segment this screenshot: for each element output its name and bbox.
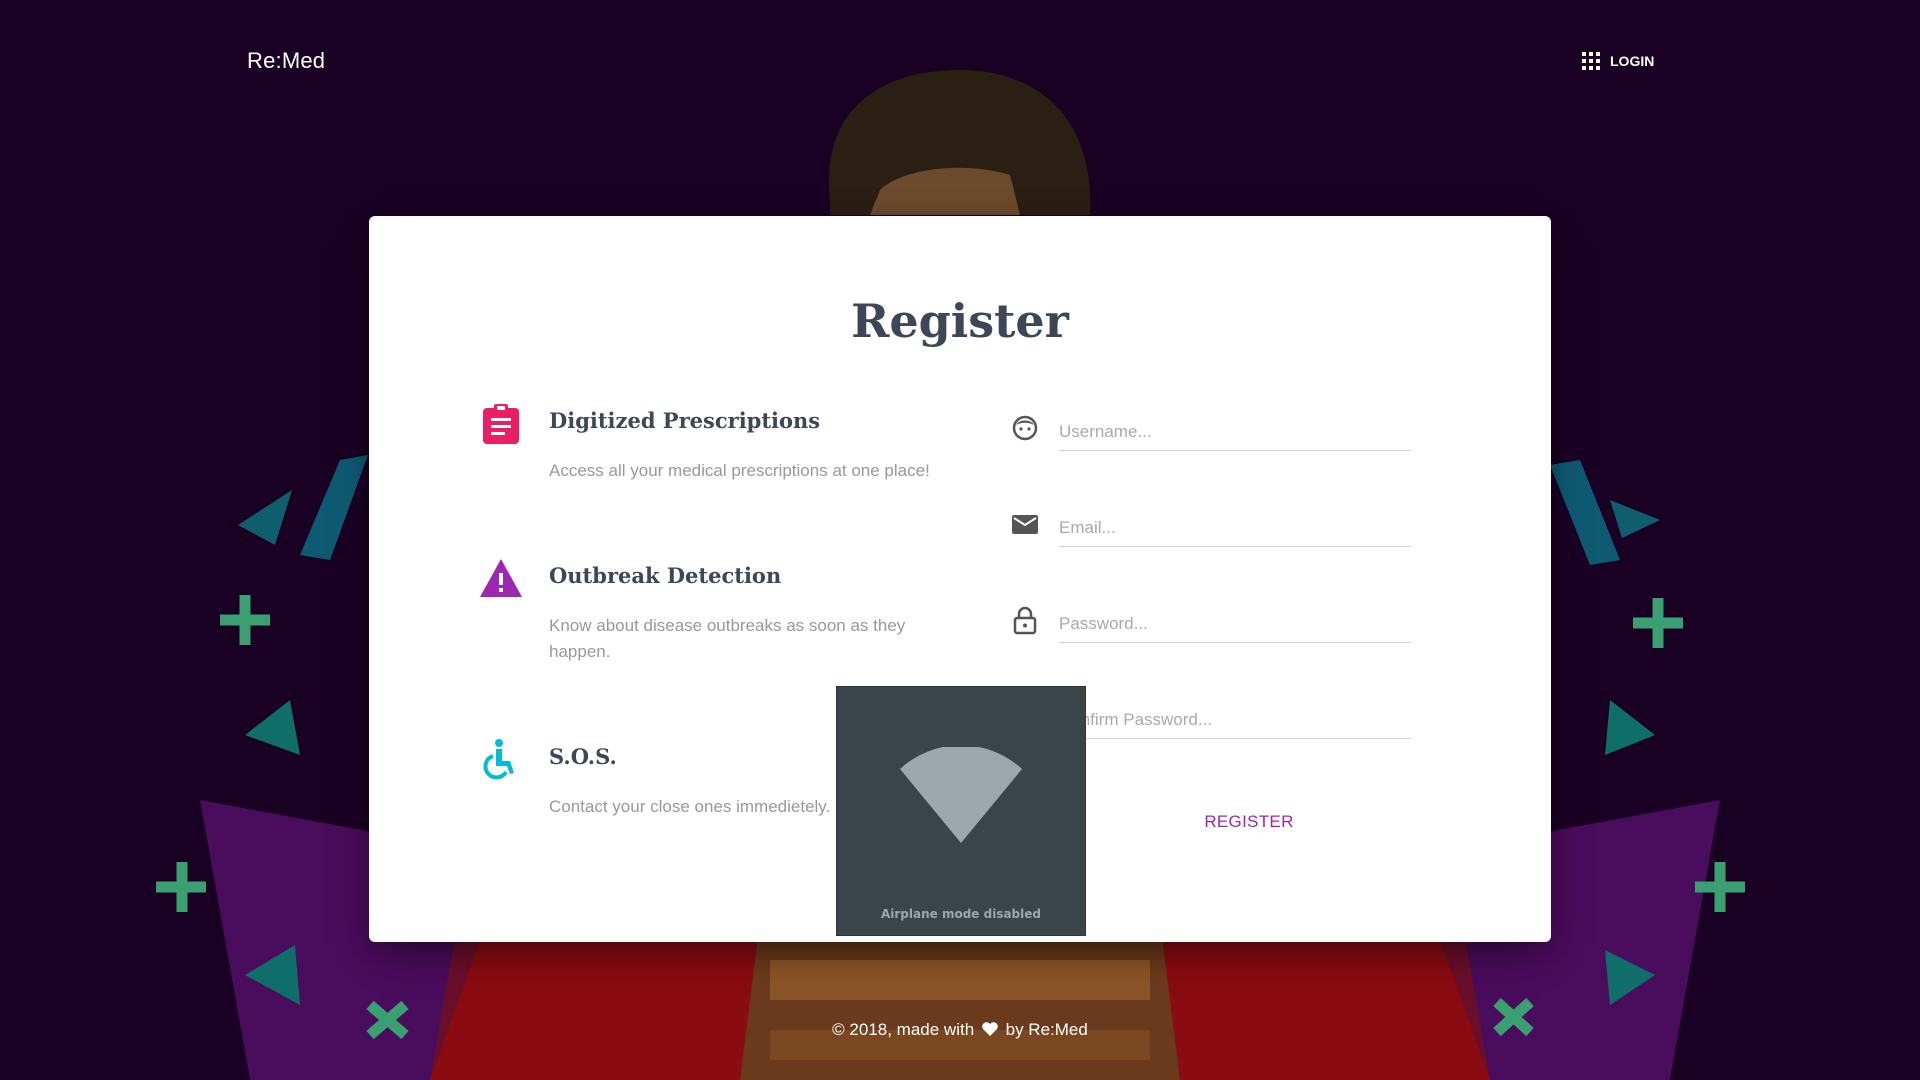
feature-title: Digitized Prescriptions [549,408,821,433]
face-icon [1012,415,1038,441]
email-input[interactable] [1059,510,1411,547]
feature-text: Know about disease outbreaks as soon as … [549,616,906,661]
register-button[interactable]: REGISTER [1149,800,1349,844]
accessible-icon [483,739,514,780]
feature-text: Access all your medical prescriptions at… [549,461,930,480]
footer: © 2018, made with by Re:Med [0,1020,1920,1040]
username-row [1009,406,1429,466]
password-row [1009,598,1429,658]
password-input[interactable] [1059,606,1411,643]
feature-title: S.O.S. [549,744,617,769]
wifi-signal-icon [900,747,1022,843]
feature-title: Outbreak Detection [549,563,782,588]
page-title: Register [851,294,1069,348]
airplane-mode-overlay: Airplane mode disabled [836,686,1086,936]
confirm-password-input[interactable] [1059,702,1411,739]
heart-icon [982,1022,998,1036]
email-row [1009,502,1429,562]
clipboard-list-icon [483,404,519,444]
warning-icon [480,559,522,597]
login-link[interactable]: LOGIN [1582,52,1654,70]
footer-suffix: by Re:Med [1005,1020,1088,1039]
apps-grid-icon [1582,52,1600,70]
mail-icon [1012,515,1038,534]
lock-icon [1013,606,1037,635]
footer-prefix: © 2018, made with [832,1020,975,1039]
overlay-label: Airplane mode disabled [880,907,1041,921]
top-navbar: Re:Med LOGIN [0,0,1920,120]
login-label: LOGIN [1610,53,1655,69]
brand-logo[interactable]: Re:Med [247,48,325,74]
username-input[interactable] [1059,414,1411,451]
